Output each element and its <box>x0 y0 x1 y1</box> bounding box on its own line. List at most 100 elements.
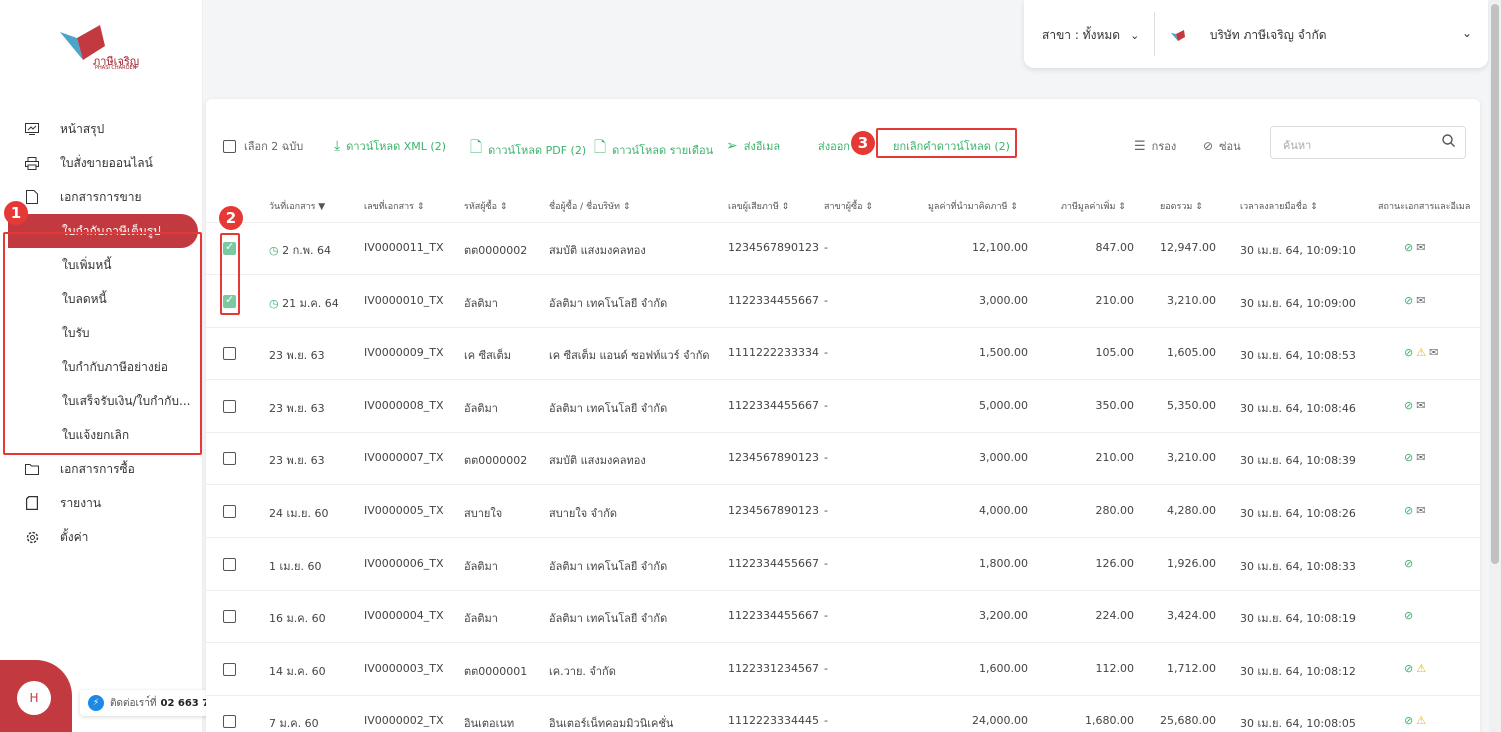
mail-icon[interactable]: ✉ <box>1416 399 1425 412</box>
sidebar-item-purchase-documents[interactable]: เอกสารการซื้อ <box>0 452 203 486</box>
download-pdf-button[interactable]: 🗋 ดาวน์โหลด PDF (2) <box>470 137 586 162</box>
scrollbar-thumb[interactable] <box>1491 4 1499 564</box>
avatar[interactable]: H <box>17 681 51 715</box>
cell-date-text: 2 ก.พ. 64 <box>282 244 332 257</box>
table-row[interactable]: 23 พ.ย. 63 IV0000007_TX ตต0000002 สมบัติ แส… <box>206 433 1480 486</box>
table-row[interactable]: 7 ม.ค. 60 IV0000002_TX อินเตอเนท อินเตอร์เน… <box>206 696 1480 732</box>
mail-icon[interactable]: ✉ <box>1416 504 1425 517</box>
table-row[interactable]: ◷ 2 ก.พ. 64 IV0000011_TX ตต0000002 สมบัติ แ… <box>206 223 1480 275</box>
sidebar-subitem-receipt-tax-invoice[interactable]: ใบเสร็จรับเงิน/ใบกำกับ... <box>0 384 203 418</box>
mail-icon[interactable]: ✉ <box>1416 294 1425 307</box>
row-checkbox[interactable] <box>223 557 236 571</box>
row-checkbox[interactable] <box>223 610 236 624</box>
header-buyer-branch[interactable]: สาขาผู้ซื้อ ⇕ <box>824 199 873 213</box>
select-all[interactable]: เลือก 2 ฉบับ <box>223 137 303 155</box>
clock-icon: ◷ <box>269 244 283 257</box>
company-logo[interactable]: ภาษีเจริญ PHASI CHAROEN <box>55 20 165 80</box>
sidebar-subitem-full-tax-invoice[interactable]: ใบกำกับภาษีเต็มรูป <box>8 214 198 248</box>
send-out-button[interactable]: ส่งออก <box>818 137 850 155</box>
cell-vat: 847.00 <box>1095 241 1135 254</box>
page-scrollbar[interactable] <box>1489 0 1501 732</box>
warning-icon[interactable]: ⚠ <box>1416 662 1426 675</box>
check-circle-icon[interactable]: ⊘ <box>1404 399 1413 412</box>
cell-total: 1,926.00 <box>1167 556 1216 570</box>
table-row[interactable]: ◷ 21 ม.ค. 64 IV0000010_TX อัลติมา อัลติมา เ… <box>206 276 1480 328</box>
table-row[interactable]: 24 เม.ย. 60 IV0000005_TX สบายใจ สบายใจ จำกั… <box>206 486 1480 538</box>
cell-buyer-name: อินเตอร์เน็ทคอมมิวนิเคชั่น <box>549 717 674 731</box>
header-vat[interactable]: ภาษีมูลค่าเพิ่ม ⇕ <box>1061 199 1126 213</box>
sidebar-item-online-orders[interactable]: ใบสั่งขายออนไลน์ <box>0 146 203 180</box>
sidebar-subitem-debit-note[interactable]: ใบเพิ่มหนี้ <box>0 248 203 282</box>
toolbar: เลือก 2 ฉบับ ⤓ ดาวน์โหลด XML (2) 🗋 ดาวน์… <box>206 99 1480 187</box>
header-date[interactable]: วันที่เอกสาร ▼ <box>269 199 325 213</box>
download-xml-button[interactable]: ⤓ ดาวน์โหลด XML (2) <box>334 137 446 155</box>
branch-dropdown[interactable]: สาขา : ทั้งหมด ⌄ <box>1042 26 1139 45</box>
table-row[interactable]: 23 พ.ย. 63 IV0000008_TX อัลติมา อัลติมา เทค… <box>206 381 1480 433</box>
check-circle-icon[interactable]: ⊘ <box>1404 557 1413 570</box>
sidebar-item-settings[interactable]: ตั้งค่า <box>0 520 203 554</box>
cell-signed-time: 30 เม.ย. 64, 10:08:53 <box>1240 349 1356 363</box>
send-email-button[interactable]: ➢ ส่งอีเมล <box>726 137 780 155</box>
download-monthly-button[interactable]: 🗋 ดาวน์โหลด รายเดือน <box>594 137 713 162</box>
sidebar-item-sales-documents[interactable]: เอกสารการขาย <box>0 180 203 214</box>
row-checkbox[interactable] <box>223 715 236 729</box>
row-checkbox[interactable] <box>223 399 236 413</box>
check-circle-icon[interactable]: ⊘ <box>1404 451 1413 464</box>
warning-icon[interactable]: ⚠ <box>1416 346 1426 359</box>
cell-vat: 210.00 <box>1095 451 1135 465</box>
table-row[interactable]: 14 ม.ค. 60 IV0000003_TX ตต0000001 เค.วาย. จ… <box>206 644 1480 696</box>
sidebar-subitem-credit-note[interactable]: ใบลดหนี้ <box>0 282 203 316</box>
row-checkbox[interactable] <box>223 505 236 518</box>
company-dropdown[interactable]: บริษัท ภาษีเจริญ จำกัด <box>1170 26 1327 45</box>
cell-date: 23 พ.ย. 63 <box>269 401 325 415</box>
warning-icon[interactable]: ⚠ <box>1416 714 1426 727</box>
sidebar-item-reports[interactable]: รายงาน <box>0 486 203 520</box>
table-row[interactable]: 23 พ.ย. 63 IV0000009_TX เค ซีสเต็ม เค ซีสเต… <box>206 328 1480 381</box>
sidebar-subitem-receipt[interactable]: ใบรับ <box>0 316 203 350</box>
cell-signed-time: 30 เม.ย. 64, 10:08:33 <box>1240 559 1356 573</box>
header-buyer-code[interactable]: รหัสผู้ซื้อ ⇕ <box>464 199 507 213</box>
header-doc-no[interactable]: เลขที่เอกสาร ⇕ <box>364 199 424 213</box>
cell-doc-no: IV0000006_TX <box>364 556 444 570</box>
mail-icon[interactable]: ✉ <box>1416 241 1425 254</box>
sidebar-item-dashboard[interactable]: หน้าสรุป <box>0 112 203 146</box>
check-circle-icon[interactable]: ⊘ <box>1404 714 1413 727</box>
search-placeholder: ค้นหา <box>1283 139 1312 152</box>
cell-total: 12,947.00 <box>1160 241 1216 254</box>
check-circle-icon[interactable]: ⊘ <box>1404 609 1413 622</box>
header-buyer-name[interactable]: ชื่อผู้ซื้อ / ชื่อบริษัท ⇕ <box>549 199 630 213</box>
header-signed-time[interactable]: เวลาลงลายมือชื่อ ⇕ <box>1240 199 1318 213</box>
row-checkbox[interactable] <box>223 662 236 676</box>
header-tax-id[interactable]: เลขผู้เสียภาษี ⇕ <box>728 199 789 213</box>
check-circle-icon[interactable]: ⊘ <box>1404 346 1413 359</box>
header-total[interactable]: ยอดรวม ⇕ <box>1160 199 1203 213</box>
sidebar-subitem-label: ใบกำกับภาษีอย่างย่อ <box>62 359 168 374</box>
document-list-card: เลือก 2 ฉบับ ⤓ ดาวน์โหลด XML (2) 🗋 ดาวน์… <box>206 99 1480 732</box>
sidebar-subitem-abbreviated-tax-invoice[interactable]: ใบกำกับภาษีอย่างย่อ <box>0 350 203 384</box>
table-row[interactable]: 1 เม.ย. 60 IV0000006_TX อัลติมา อัลติมา เทค… <box>206 539 1480 591</box>
chevron-down-icon[interactable]: ⌄ <box>1462 26 1472 40</box>
cell-signed-time: 30 เม.ย. 64, 10:08:26 <box>1240 507 1356 520</box>
table-row[interactable]: 16 ม.ค. 60 IV0000004_TX อัลติมา อัลติมา เทค… <box>206 591 1480 644</box>
row-checkbox[interactable] <box>223 347 236 361</box>
check-circle-icon[interactable]: ⊘ <box>1404 662 1413 675</box>
header-taxable-amount[interactable]: มูลค่าที่นำมาคิดภาษี ⇕ <box>928 199 1018 213</box>
hide-button[interactable]: ⊘ ซ่อน <box>1203 137 1241 155</box>
row-checkbox[interactable] <box>223 452 236 466</box>
search-icon[interactable] <box>1442 134 1455 151</box>
check-circle-icon[interactable]: ⊘ <box>1404 241 1413 254</box>
mail-icon[interactable]: ✉ <box>1429 346 1438 359</box>
cell-date: ◷ 21 ม.ค. 64 <box>269 294 339 312</box>
filter-button[interactable]: ☰ กรอง <box>1134 137 1176 155</box>
status-icons: ⊘ ✉ <box>1404 399 1428 412</box>
cell-doc-no: IV0000007_TX <box>364 451 444 465</box>
check-circle-icon[interactable]: ⊘ <box>1404 294 1413 307</box>
sidebar-subitem-cancellation-notice[interactable]: ใบแจ้งยกเลิก <box>0 418 203 452</box>
cell-date: ◷ 2 ก.พ. 64 <box>269 241 331 259</box>
select-all-checkbox[interactable] <box>223 139 236 153</box>
cancel-download-button[interactable]: ยกเลิกคำดาวน์โหลด (2) <box>893 137 1010 155</box>
check-circle-icon[interactable]: ⊘ <box>1404 504 1413 517</box>
search-input[interactable]: ค้นหา <box>1270 126 1466 159</box>
mail-icon[interactable]: ✉ <box>1416 451 1425 464</box>
cell-buyer-code: อินเตอเนท <box>464 717 515 731</box>
